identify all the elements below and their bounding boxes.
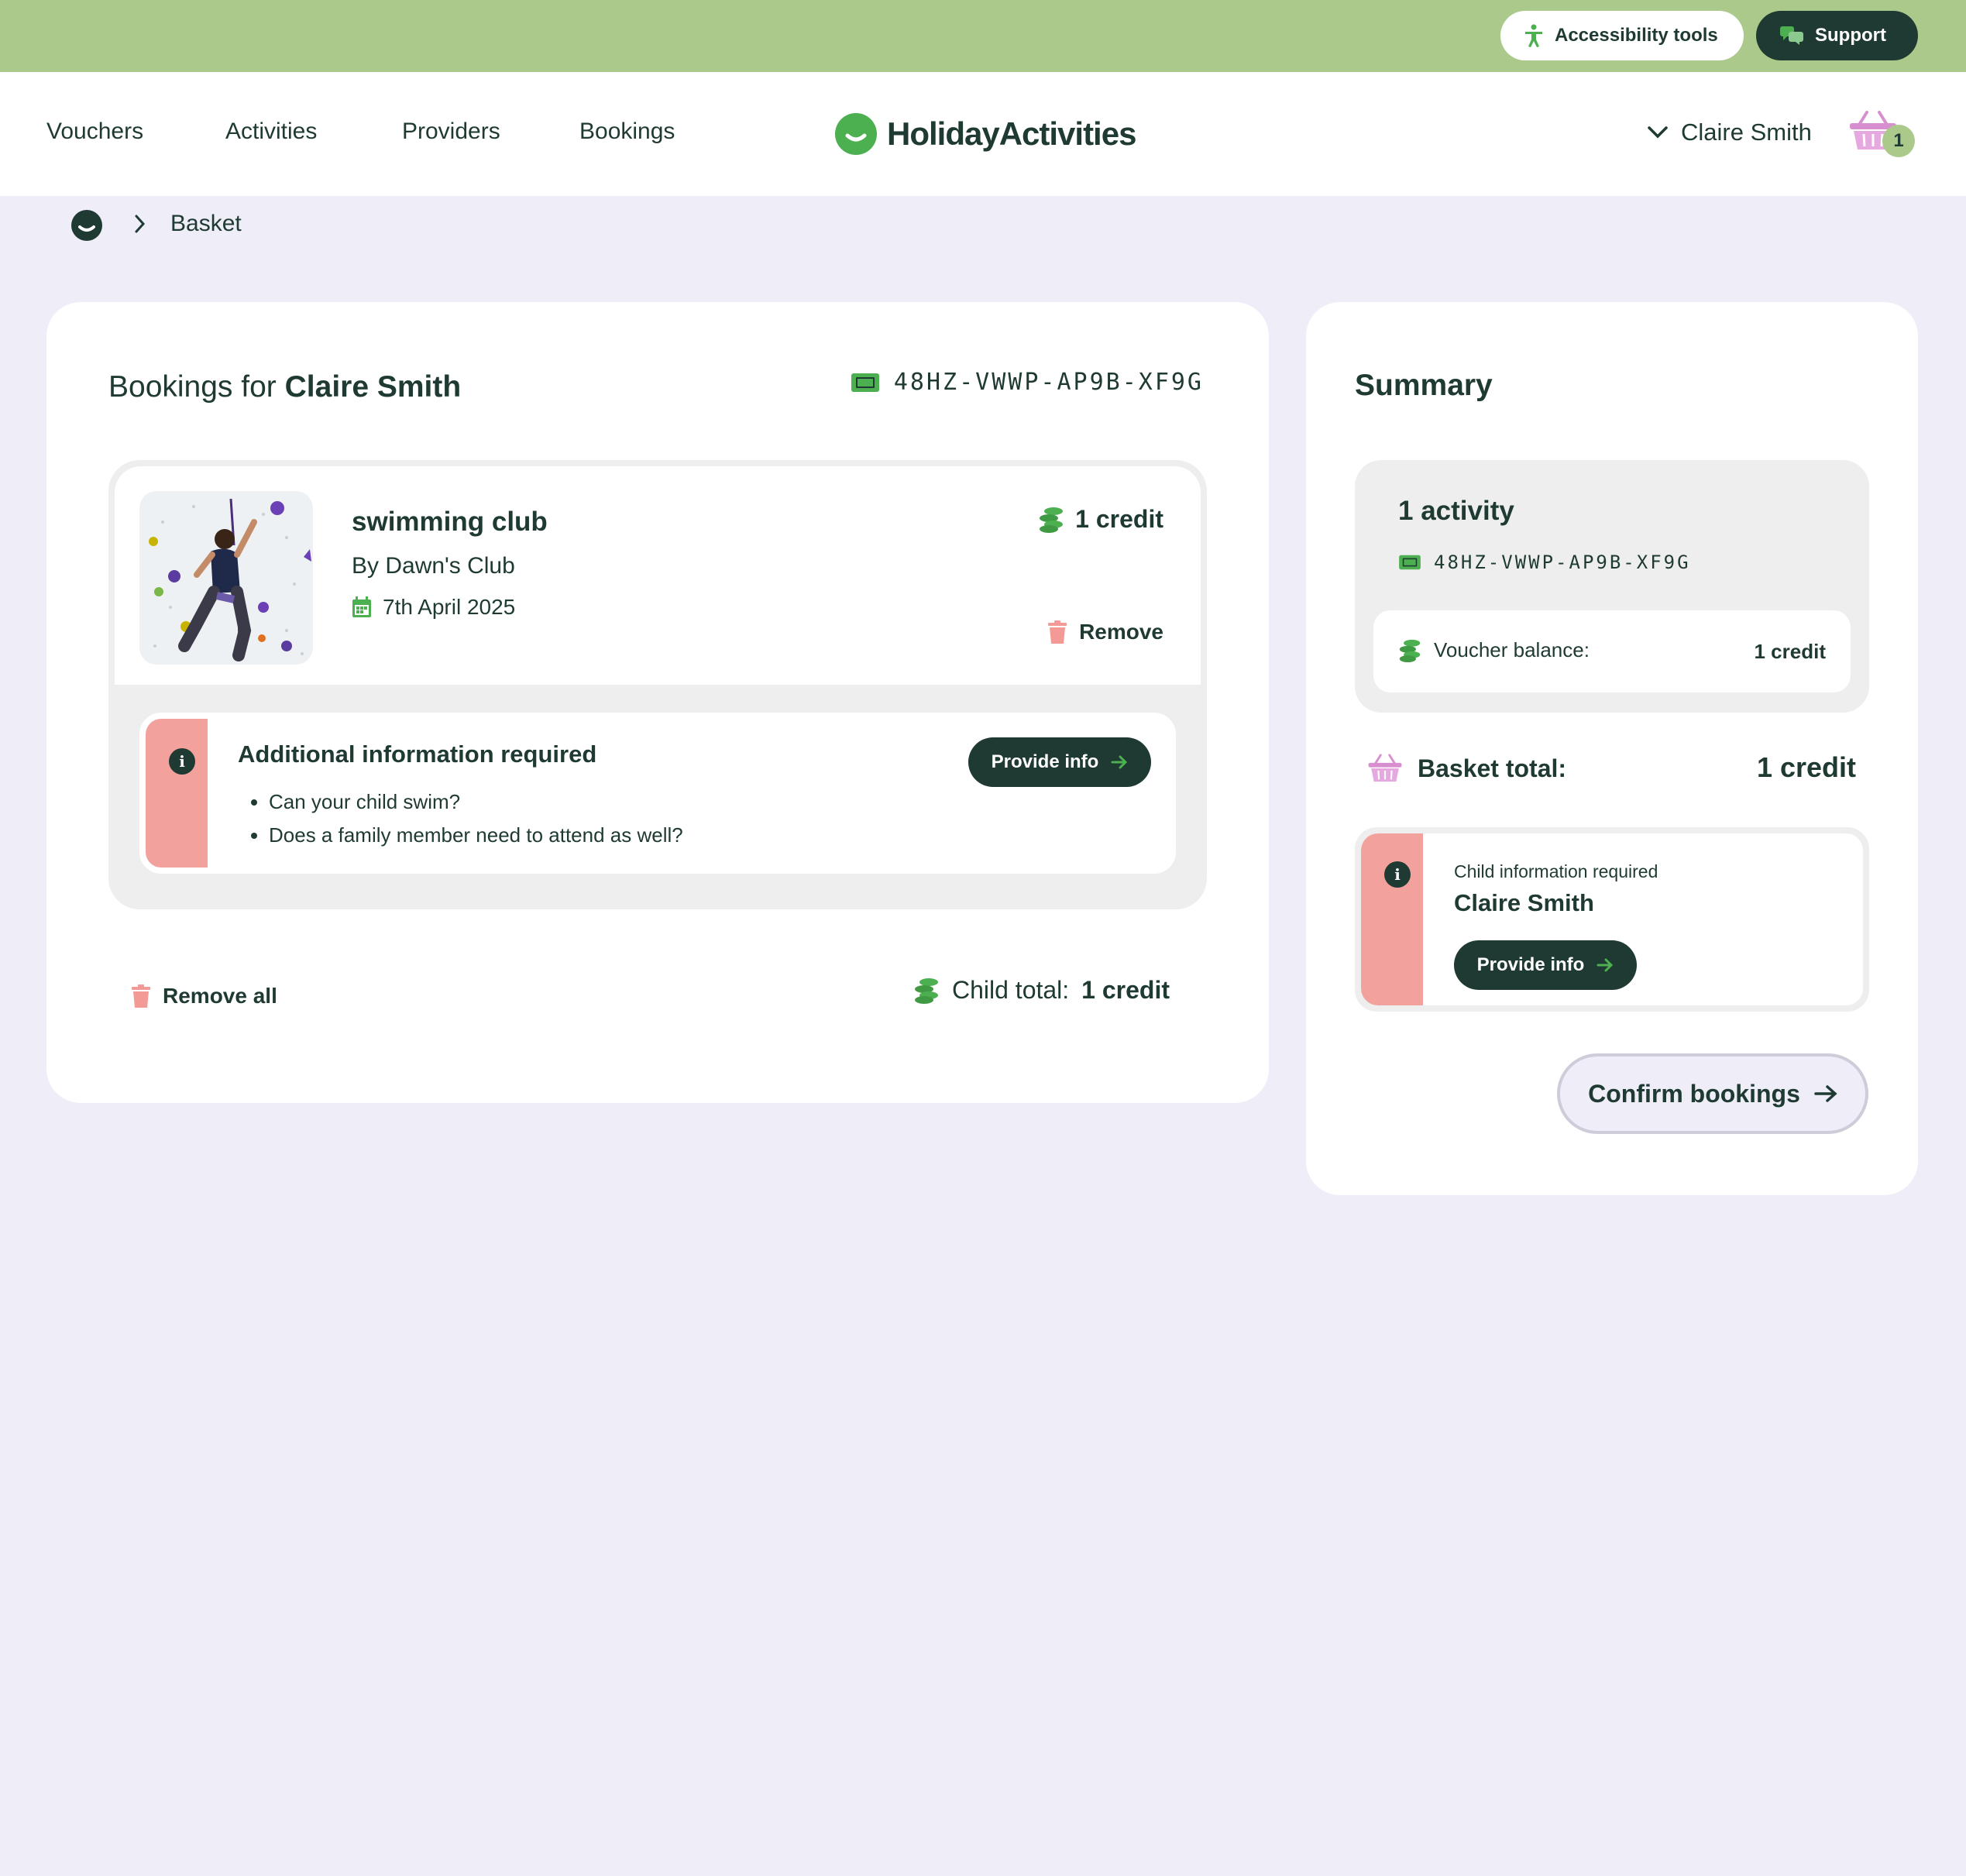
remove-all-button[interactable]: Remove all [132,984,277,1008]
confirm-bookings-button[interactable]: Confirm bookings [1557,1053,1868,1134]
voucher-balance: Voucher balance: 1 credit [1373,610,1851,692]
question-item: Does a family member need to attend as w… [269,819,683,852]
support-button[interactable]: Support [1756,11,1918,60]
info-icon: i [169,748,195,775]
nav-activities[interactable]: Activities [225,119,317,145]
arrow-right-icon [1597,958,1614,972]
summary-activities-box: 1 activity 48HZ-VWWP-AP9B-XF9G Voucher b… [1355,460,1869,713]
provide-info-button[interactable]: Provide info [968,737,1151,787]
child-info-inner: i Child information required Claire Smit… [1361,833,1863,1005]
basket-count-badge: 1 [1882,125,1915,157]
summary-title: Summary [1355,369,1493,402]
coins-icon [913,978,940,1004]
chevron-right-icon [133,214,147,234]
alert-stripe: i [146,719,208,868]
activity-name[interactable]: swimming club [352,507,548,538]
summary-card: Summary 1 activity 48HZ-VWWP-AP9B-XF9G V… [1306,302,1918,1195]
coins-icon [1398,639,1421,662]
activity-image [139,491,313,665]
ticket-icon [1398,555,1421,570]
activity-date-text: 7th April 2025 [383,595,516,619]
child-total: Child total: 1 credit [913,976,1170,1005]
logo-text: HolidayActivities [887,115,1136,152]
basket-total-value: 1 credit [1756,751,1856,783]
info-icon: i [1384,861,1411,888]
smile-logo-icon [834,112,878,156]
bookings-card: Bookings for Claire Smith 48HZ-VWWP-AP9B… [46,302,1269,1103]
activity-date: 7th April 2025 [352,595,515,620]
chevron-down-icon [1647,125,1669,139]
ticket-icon [851,373,880,393]
question-item: Can your child swim? [269,785,683,819]
remove-all-label: Remove all [163,984,277,1008]
activity-credit-text: 1 credit [1075,505,1163,533]
coins-icon [1038,507,1064,533]
chat-icon [1779,26,1804,46]
child-info-alert: i Child information required Claire Smit… [1355,827,1869,1012]
accessibility-tools-button[interactable]: Accessibility tools [1500,11,1744,60]
additional-info-alert: i Additional information required Can yo… [139,713,1176,874]
basket-total-label-group: Basket total: [1366,753,1566,784]
bookings-child-name: Claire Smith [284,370,462,404]
trash-icon [132,984,150,1008]
provide-info-label: Provide info [991,751,1099,772]
remove-item-button[interactable]: Remove [1048,620,1163,644]
voucher-balance-value: 1 credit [1754,640,1827,663]
accessibility-icon [1524,24,1544,47]
nav-providers[interactable]: Providers [402,119,500,145]
child-info-name: Claire Smith [1454,889,1594,916]
alert-stripe: i [1361,833,1423,1005]
user-menu[interactable]: Claire Smith [1647,119,1812,146]
child-total-label: Child total: [951,976,1070,1004]
child-info-label: Child information required [1454,861,1658,881]
utility-bar: Accessibility tools Support [0,0,1966,72]
basket-total-label: Basket total: [1418,754,1567,782]
nav-vouchers[interactable]: Vouchers [46,119,143,145]
provide-child-info-label: Provide info [1476,954,1585,975]
provide-child-info-button[interactable]: Provide info [1454,940,1637,990]
activity-provider: By Dawn's Club [352,553,515,579]
calendar-icon [352,596,372,618]
accessibility-tools-label: Accessibility tools [1555,25,1718,46]
activity-count: 1 activity [1398,496,1514,526]
basket-icon [1366,753,1404,784]
voucher-balance-label-group: Voucher balance: [1398,638,1590,662]
support-label: Support [1815,25,1886,46]
voucher-code: 48HZ-VWWP-AP9B-XF9G [851,369,1204,396]
additional-info-title: Additional information required [238,740,597,768]
trash-icon [1048,620,1067,644]
site-logo[interactable]: HolidayActivities [834,112,1136,156]
confirm-bookings-label: Confirm bookings [1588,1079,1800,1108]
booking-item: swimming club By Dawn's Club 7th April 2… [108,460,1207,909]
breadcrumb-current: Basket [170,211,242,236]
bookings-title: Bookings for Claire Smith [108,370,461,404]
activity-credit: 1 credit [1038,505,1163,534]
bookings-title-prefix: Bookings for [108,370,277,404]
additional-info-questions: Can your child swim? Does a family membe… [238,785,683,852]
summary-voucher-code: 48HZ-VWWP-AP9B-XF9G [1398,551,1691,573]
main-header: Vouchers Activities Providers Bookings H… [0,72,1966,196]
remove-item-label: Remove [1079,620,1163,644]
summary-voucher-code-text: 48HZ-VWWP-AP9B-XF9G [1434,551,1691,573]
voucher-balance-label: Voucher balance: [1434,638,1590,661]
user-name: Claire Smith [1681,119,1812,146]
voucher-code-text: 48HZ-VWWP-AP9B-XF9G [893,369,1204,396]
nav-bookings[interactable]: Bookings [579,119,675,145]
breadcrumb-home-icon[interactable] [70,209,103,242]
child-total-value: 1 credit [1081,976,1170,1004]
booking-item-details: swimming club By Dawn's Club 7th April 2… [115,466,1201,685]
arrow-right-icon [1111,755,1128,769]
arrow-right-icon [1814,1084,1837,1103]
